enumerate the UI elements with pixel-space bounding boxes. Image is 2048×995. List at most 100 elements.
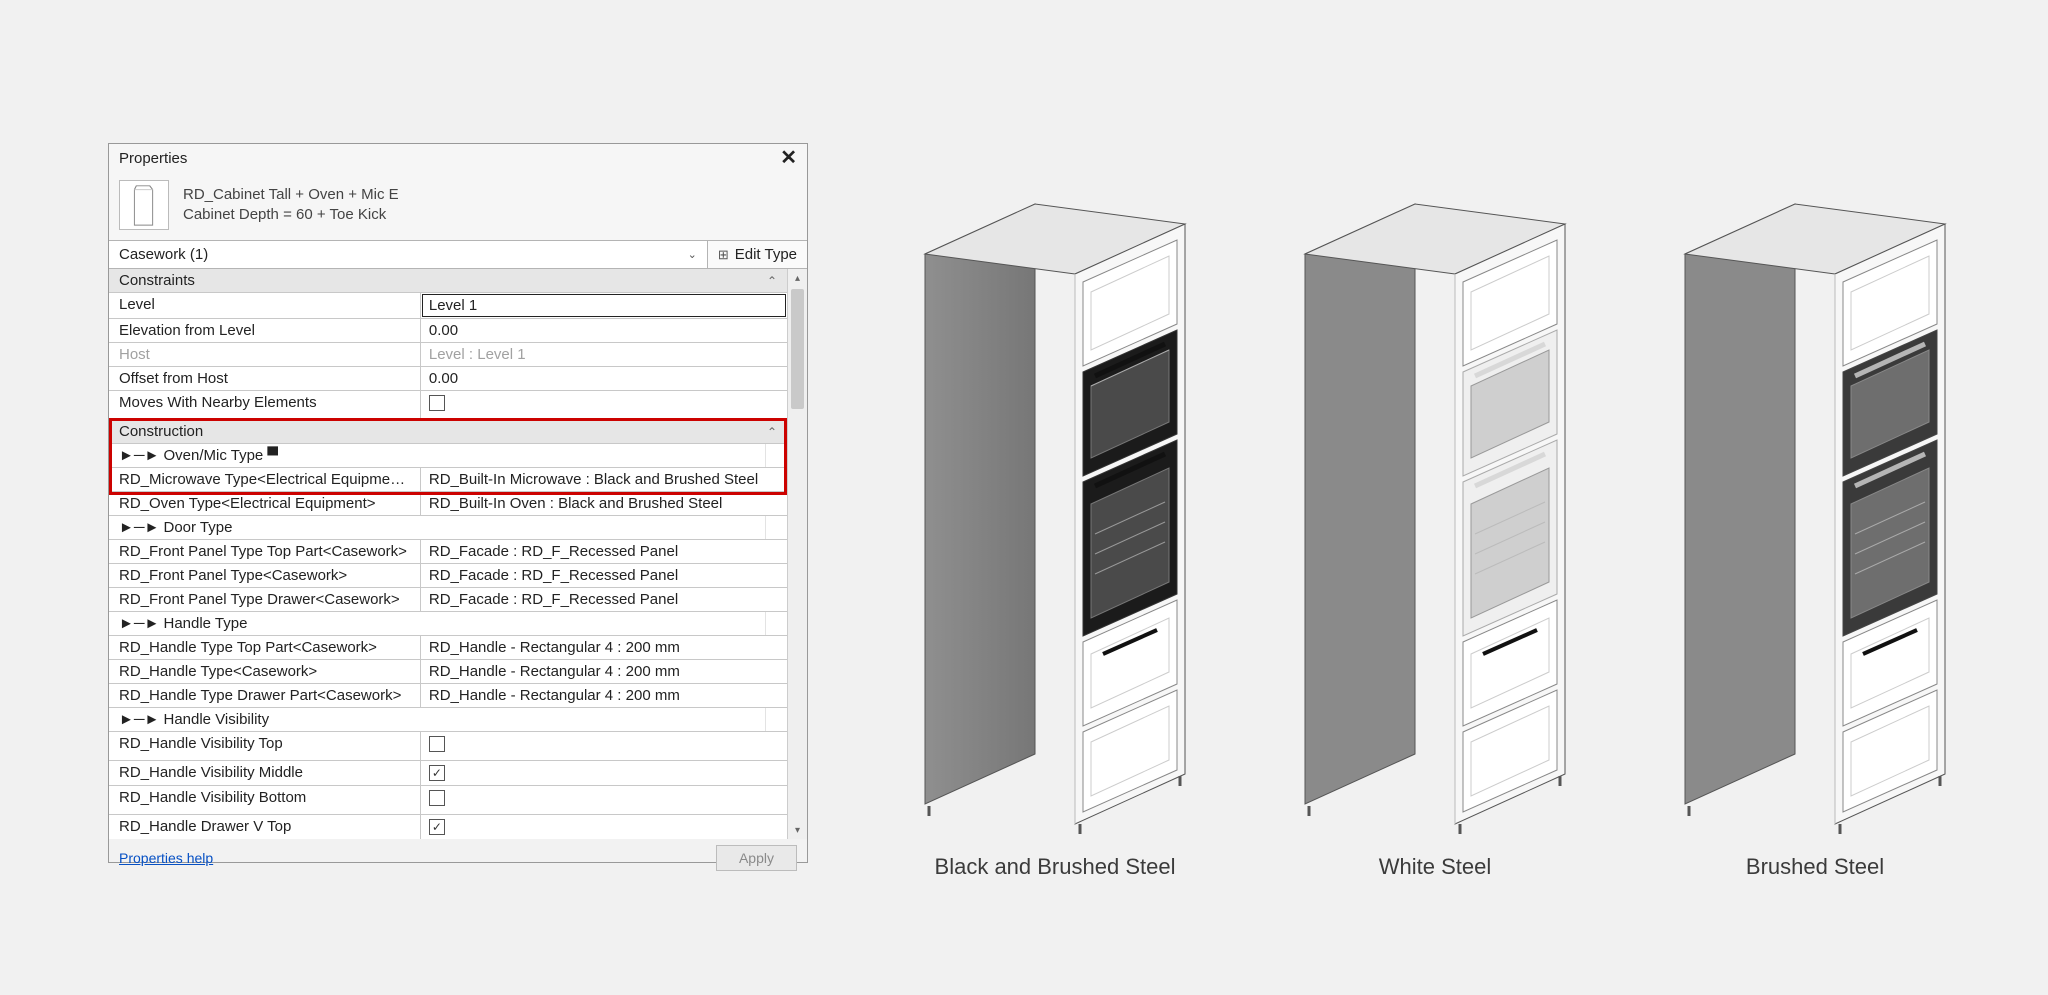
prop-row-vis-bottom[interactable]: RD_Handle Visibility Bottom bbox=[109, 786, 787, 815]
prop-row-offset[interactable]: Offset from Host 0.00 bbox=[109, 367, 787, 391]
prop-label: RD_Handle Visibility Top bbox=[109, 732, 421, 760]
prop-label: RD_Handle Drawer V Top bbox=[109, 815, 421, 839]
caption-1: Black and Brushed Steel bbox=[935, 854, 1176, 880]
prop-label: ►─► Handle Type bbox=[109, 612, 765, 635]
type-name: RD_Cabinet Tall + Oven + Mic E bbox=[183, 185, 399, 205]
cabinet-col-1: Black and Brushed Steel bbox=[885, 174, 1225, 880]
prop-row-vis-mid[interactable]: RD_Handle Visibility Middle ✓ bbox=[109, 761, 787, 786]
prop-value[interactable]: ✓ bbox=[421, 815, 787, 839]
prop-row-handle-mid[interactable]: RD_Handle Type<Casework> RD_Handle - Rec… bbox=[109, 660, 787, 684]
prop-value: Level : Level 1 bbox=[421, 343, 787, 366]
prop-label: RD_Front Panel Type Top Part<Casework> bbox=[109, 540, 421, 563]
caption-2: White Steel bbox=[1379, 854, 1492, 880]
checkbox-unchecked[interactable] bbox=[429, 790, 445, 806]
subheader-door-type: ►─► Door Type bbox=[109, 516, 787, 540]
prop-row-handle-drawer[interactable]: RD_Handle Type Drawer Part<Casework> RD_… bbox=[109, 684, 787, 708]
scrollbar[interactable]: ▴ ▾ bbox=[787, 269, 807, 839]
group-header-construction[interactable]: Construction ⌃ bbox=[109, 420, 787, 444]
prop-value[interactable]: 0.00 bbox=[421, 319, 787, 342]
group-label: Constraints bbox=[119, 272, 195, 289]
prop-label: ►─► Handle Visibility bbox=[109, 708, 765, 731]
properties-panel: Properties ✕ RD_Cabinet Tall + Oven + Mi… bbox=[108, 143, 808, 863]
prop-label: Moves With Nearby Elements bbox=[109, 391, 421, 419]
title-bar: Properties ✕ bbox=[109, 144, 807, 172]
prop-value[interactable]: ✓ bbox=[421, 761, 787, 785]
apply-button[interactable]: Apply bbox=[716, 845, 797, 871]
collapse-icon: ⌃ bbox=[767, 274, 777, 288]
prop-row-oven-type[interactable]: RD_Oven Type<Electrical Equipment> RD_Bu… bbox=[109, 492, 787, 516]
prop-label: RD_Handle Visibility Middle bbox=[109, 761, 421, 785]
prop-value[interactable]: 0.00 bbox=[421, 367, 787, 390]
subheader-handle-visibility: ►─► Handle Visibility bbox=[109, 708, 787, 732]
checkbox-unchecked[interactable] bbox=[429, 395, 445, 411]
prop-label: ►─► Oven/Mic Type ▀ bbox=[109, 444, 765, 467]
prop-label: Offset from Host bbox=[109, 367, 421, 390]
prop-row-microwave-type[interactable]: RD_Microwave Type<Electrical Equipment> … bbox=[109, 468, 787, 492]
prop-row-elevation[interactable]: Elevation from Level 0.00 bbox=[109, 319, 787, 343]
cabinet-render-brushed bbox=[1665, 174, 1965, 814]
prop-value[interactable]: RD_Facade : RD_F_Recessed Panel bbox=[421, 588, 787, 611]
checkbox-checked[interactable]: ✓ bbox=[429, 819, 445, 835]
prop-row-handle-top[interactable]: RD_Handle Type Top Part<Casework> RD_Han… bbox=[109, 636, 787, 660]
prop-row-drawer-vtop[interactable]: RD_Handle Drawer V Top ✓ bbox=[109, 815, 787, 839]
prop-value[interactable]: RD_Handle - Rectangular 4 : 200 mm bbox=[421, 684, 787, 707]
prop-label: RD_Handle Type<Casework> bbox=[109, 660, 421, 683]
prop-row-front-drawer[interactable]: RD_Front Panel Type Drawer<Casework> RD_… bbox=[109, 588, 787, 612]
prop-label: RD_Handle Type Drawer Part<Casework> bbox=[109, 684, 421, 707]
prop-label: RD_Handle Visibility Bottom bbox=[109, 786, 421, 814]
caption-3: Brushed Steel bbox=[1746, 854, 1884, 880]
cabinet-render-black bbox=[905, 174, 1205, 814]
edit-type-button[interactable]: ⊞ Edit Type bbox=[708, 241, 807, 268]
group-label: Construction bbox=[119, 423, 203, 440]
prop-row-vis-top[interactable]: RD_Handle Visibility Top bbox=[109, 732, 787, 761]
prop-value[interactable]: Level 1 bbox=[422, 294, 786, 317]
group-header-constraints[interactable]: Constraints ⌃ bbox=[109, 269, 787, 293]
prop-value[interactable]: RD_Facade : RD_F_Recessed Panel bbox=[421, 540, 787, 563]
prop-row-host: Host Level : Level 1 bbox=[109, 343, 787, 367]
cabinet-col-3: Brushed Steel bbox=[1645, 174, 1985, 880]
prop-value[interactable]: RD_Handle - Rectangular 4 : 200 mm bbox=[421, 636, 787, 659]
prop-label: RD_Front Panel Type<Casework> bbox=[109, 564, 421, 587]
property-scroll-area: Constraints ⌃ Level Level 1 Elevation fr… bbox=[109, 269, 807, 839]
prop-row-front-mid[interactable]: RD_Front Panel Type<Casework> RD_Facade … bbox=[109, 564, 787, 588]
prop-row-front-top[interactable]: RD_Front Panel Type Top Part<Casework> R… bbox=[109, 540, 787, 564]
type-header: RD_Cabinet Tall + Oven + Mic E Cabinet D… bbox=[109, 172, 807, 240]
checkbox-unchecked[interactable] bbox=[429, 736, 445, 752]
subheader-oven-mic: ►─► Oven/Mic Type ▀ bbox=[109, 444, 787, 468]
type-thumbnail[interactable] bbox=[119, 180, 169, 230]
type-subline: Cabinet Depth = 60 + Toe Kick bbox=[183, 205, 399, 225]
prop-value[interactable]: RD_Built-In Oven : Black and Brushed Ste… bbox=[421, 492, 787, 515]
panel-footer: Properties help Apply bbox=[109, 839, 807, 881]
prop-row-moves[interactable]: Moves With Nearby Elements bbox=[109, 391, 787, 420]
render-stage: Black and Brushed Steel bbox=[885, 120, 1985, 880]
edit-type-icon: ⊞ bbox=[718, 247, 729, 263]
prop-value[interactable] bbox=[421, 391, 787, 419]
prop-value[interactable]: RD_Built-In Microwave : Black and Brushe… bbox=[421, 468, 787, 491]
prop-value[interactable]: RD_Facade : RD_F_Recessed Panel bbox=[421, 564, 787, 587]
properties-help-link[interactable]: Properties help bbox=[119, 850, 213, 866]
selection-label: Casework (1) bbox=[119, 246, 208, 263]
selection-combo[interactable]: Casework (1) ⌄ bbox=[109, 241, 708, 268]
prop-label: RD_Front Panel Type Drawer<Casework> bbox=[109, 588, 421, 611]
prop-label: RD_Handle Type Top Part<Casework> bbox=[109, 636, 421, 659]
prop-value[interactable] bbox=[421, 732, 787, 760]
selector-row: Casework (1) ⌄ ⊞ Edit Type bbox=[109, 240, 807, 269]
scroll-up-icon[interactable]: ▴ bbox=[788, 269, 807, 287]
prop-value[interactable] bbox=[421, 786, 787, 814]
close-icon[interactable]: ✕ bbox=[780, 148, 797, 168]
prop-label: Host bbox=[109, 343, 421, 366]
scroll-down-icon[interactable]: ▾ bbox=[788, 821, 807, 839]
prop-label: ►─► Door Type bbox=[109, 516, 765, 539]
cabinet-render-white bbox=[1285, 174, 1585, 814]
panel-title: Properties bbox=[119, 150, 187, 167]
prop-label: Elevation from Level bbox=[109, 319, 421, 342]
prop-row-level[interactable]: Level Level 1 bbox=[109, 293, 787, 319]
scroll-thumb[interactable] bbox=[791, 289, 804, 409]
cabinet-col-2: White Steel bbox=[1265, 174, 1605, 880]
prop-value[interactable]: RD_Handle - Rectangular 4 : 200 mm bbox=[421, 660, 787, 683]
prop-label: Level bbox=[109, 293, 421, 318]
prop-label: RD_Microwave Type<Electrical Equipment> bbox=[109, 468, 421, 491]
collapse-icon: ⌃ bbox=[767, 425, 777, 439]
chevron-down-icon: ⌄ bbox=[688, 248, 697, 261]
checkbox-checked[interactable]: ✓ bbox=[429, 765, 445, 781]
